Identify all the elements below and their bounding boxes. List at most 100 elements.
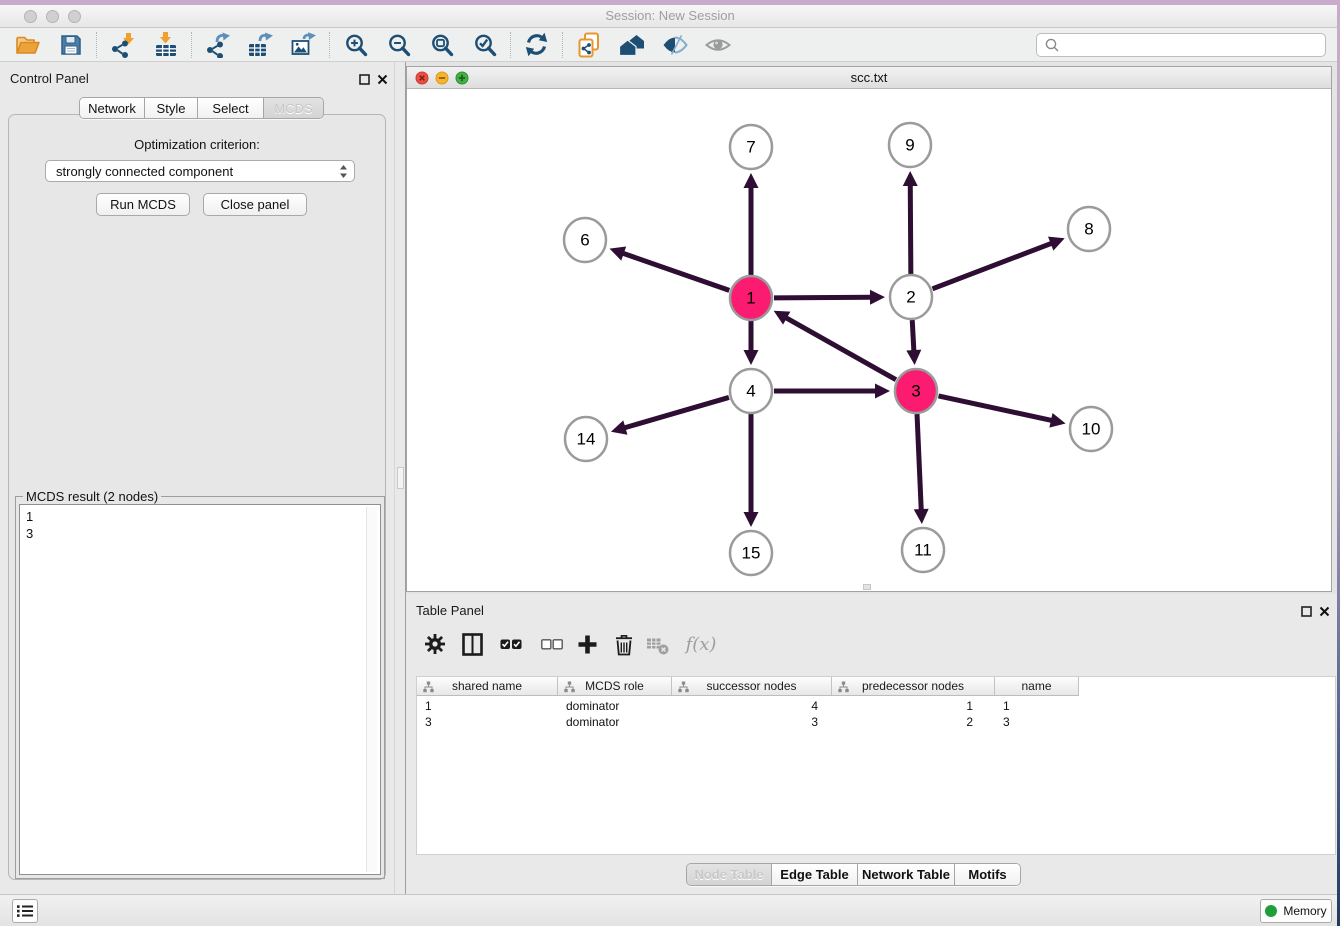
- tab-mcds[interactable]: MCDS: [264, 98, 323, 118]
- cell-predecessor-nodes[interactable]: 1: [832, 698, 995, 714]
- import-network-icon: [110, 32, 136, 58]
- result-scrollbar[interactable]: [366, 507, 377, 872]
- cell-shared-name[interactable]: 3: [417, 714, 558, 730]
- cell-shared-name[interactable]: 1: [417, 698, 558, 714]
- show-graphics-details-button[interactable]: [653, 30, 696, 60]
- table-settings-button[interactable]: [420, 630, 450, 658]
- graph-edge-arrowhead: [744, 173, 759, 188]
- tab-style[interactable]: Style: [145, 98, 198, 118]
- graph-edge-3-11[interactable]: [917, 414, 921, 511]
- canvas-resize-grip[interactable]: [863, 584, 871, 590]
- graph-edge-4-14[interactable]: [623, 397, 728, 428]
- graph-edge-arrowhead: [611, 420, 627, 434]
- zoom-fit-button[interactable]: [420, 30, 463, 60]
- export-network-button[interactable]: [196, 30, 239, 60]
- duplicate-network-button[interactable]: [567, 30, 610, 60]
- control-panel-tabs: Network Style Select MCDS: [79, 97, 324, 119]
- column-header-successor-nodes[interactable]: successor nodes: [672, 677, 832, 695]
- search-input[interactable]: [1060, 35, 1325, 55]
- toolbar-separator: [562, 32, 563, 58]
- task-history-button[interactable]: [12, 899, 38, 923]
- close-panel-icon[interactable]: [377, 72, 388, 90]
- graph-edge-1-2[interactable]: [774, 297, 872, 298]
- save-session-button[interactable]: [49, 30, 92, 60]
- home-button[interactable]: [610, 30, 653, 60]
- cell-name[interactable]: 1: [995, 698, 1079, 714]
- graph-node-label: 11: [914, 541, 932, 560]
- float-table-panel-icon[interactable]: [1301, 604, 1312, 622]
- zoom-selected-icon: [473, 33, 497, 57]
- tab-edge-table[interactable]: Edge Table: [772, 864, 858, 885]
- close-table-panel-icon[interactable]: [1319, 604, 1330, 622]
- graph-edge-3-10[interactable]: [938, 396, 1052, 421]
- desktop-edge-top: [0, 0, 1340, 5]
- delete-row-button[interactable]: [609, 630, 639, 658]
- column-header-name[interactable]: name: [995, 677, 1079, 695]
- zoom-out-icon: [387, 33, 411, 57]
- tab-select[interactable]: Select: [198, 98, 264, 118]
- open-session-button[interactable]: [6, 30, 49, 60]
- column-header-predecessor-nodes[interactable]: predecessor nodes: [832, 677, 995, 695]
- graph-node-label: 1: [746, 289, 755, 308]
- show-columns-button[interactable]: [457, 630, 487, 658]
- mcds-result-group: MCDS result (2 nodes) 1 3: [15, 496, 385, 879]
- graph-edge-arrowhead: [744, 350, 759, 365]
- node-table: shared name MCDS role successor nodes pr…: [416, 676, 1336, 855]
- export-table-icon: [248, 32, 274, 58]
- graph-edge-1-6[interactable]: [622, 253, 729, 291]
- zoom-selected-button[interactable]: [463, 30, 506, 60]
- graph-edge-2-3[interactable]: [912, 320, 914, 352]
- cell-name[interactable]: 3: [995, 714, 1079, 730]
- cell-successor-nodes[interactable]: 3: [672, 714, 832, 730]
- status-bar: Memory: [0, 894, 1340, 926]
- refresh-button[interactable]: [515, 30, 558, 60]
- cell-successor-nodes[interactable]: 4: [672, 698, 832, 714]
- cell-predecessor-nodes[interactable]: 2: [832, 714, 995, 730]
- graph-edge-2-8[interactable]: [932, 243, 1052, 289]
- zoom-fit-icon: [430, 33, 454, 57]
- tab-network[interactable]: Network: [80, 98, 145, 118]
- window-title: Session: New Session: [0, 8, 1340, 23]
- zoom-in-button[interactable]: [334, 30, 377, 60]
- column-header-mcds-role[interactable]: MCDS role: [558, 677, 672, 695]
- import-table-button[interactable]: [144, 30, 187, 60]
- deselect-all-button[interactable]: [537, 630, 567, 658]
- add-row-button[interactable]: [572, 630, 602, 658]
- import-network-button[interactable]: [101, 30, 144, 60]
- column-label: shared name: [452, 679, 522, 693]
- export-table-button[interactable]: [239, 30, 282, 60]
- graph-edge-2-9[interactable]: [910, 184, 911, 274]
- graph-edge-arrowhead: [903, 171, 918, 186]
- zoom-out-button[interactable]: [377, 30, 420, 60]
- float-panel-icon[interactable]: [359, 72, 370, 90]
- splitter-grip-icon[interactable]: [397, 467, 404, 489]
- tab-motifs[interactable]: Motifs: [955, 864, 1020, 885]
- column-header-shared-name[interactable]: shared name: [417, 677, 558, 695]
- graph-node-label: 7: [746, 138, 755, 157]
- cell-mcds-role[interactable]: dominator: [558, 698, 672, 714]
- node-table-header: shared name MCDS role successor nodes pr…: [417, 677, 1079, 696]
- run-mcds-button[interactable]: Run MCDS: [96, 193, 190, 216]
- tab-node-table[interactable]: Node Table: [687, 864, 772, 885]
- graph-node-label: 15: [742, 544, 761, 563]
- memory-button[interactable]: Memory: [1260, 899, 1332, 923]
- network-canvas[interactable]: 7968124314101511: [407, 89, 1331, 591]
- criterion-dropdown[interactable]: strongly connected component: [45, 160, 355, 182]
- close-panel-button[interactable]: Close panel: [203, 193, 307, 216]
- tab-network-table[interactable]: Network Table: [858, 864, 955, 885]
- search-box[interactable]: [1036, 33, 1326, 57]
- show-graphics-details-icon: [662, 33, 688, 57]
- export-image-button[interactable]: [282, 30, 325, 60]
- mcds-result-textarea[interactable]: 1 3: [19, 504, 381, 875]
- criterion-value: strongly connected component: [56, 164, 339, 179]
- panel-splitter[interactable]: [394, 62, 406, 894]
- function-builder-button: f(x): [682, 630, 720, 658]
- graph-edge-3-1[interactable]: [785, 317, 896, 380]
- select-all-button[interactable]: [496, 630, 526, 658]
- column-label: name: [1021, 679, 1051, 693]
- graph-edge-arrowhead: [610, 246, 627, 260]
- hide-graphics-details-button[interactable]: [696, 30, 739, 60]
- open-folder-icon: [15, 33, 41, 57]
- cell-mcds-role[interactable]: dominator: [558, 714, 672, 730]
- graph-node-label: 6: [580, 231, 589, 250]
